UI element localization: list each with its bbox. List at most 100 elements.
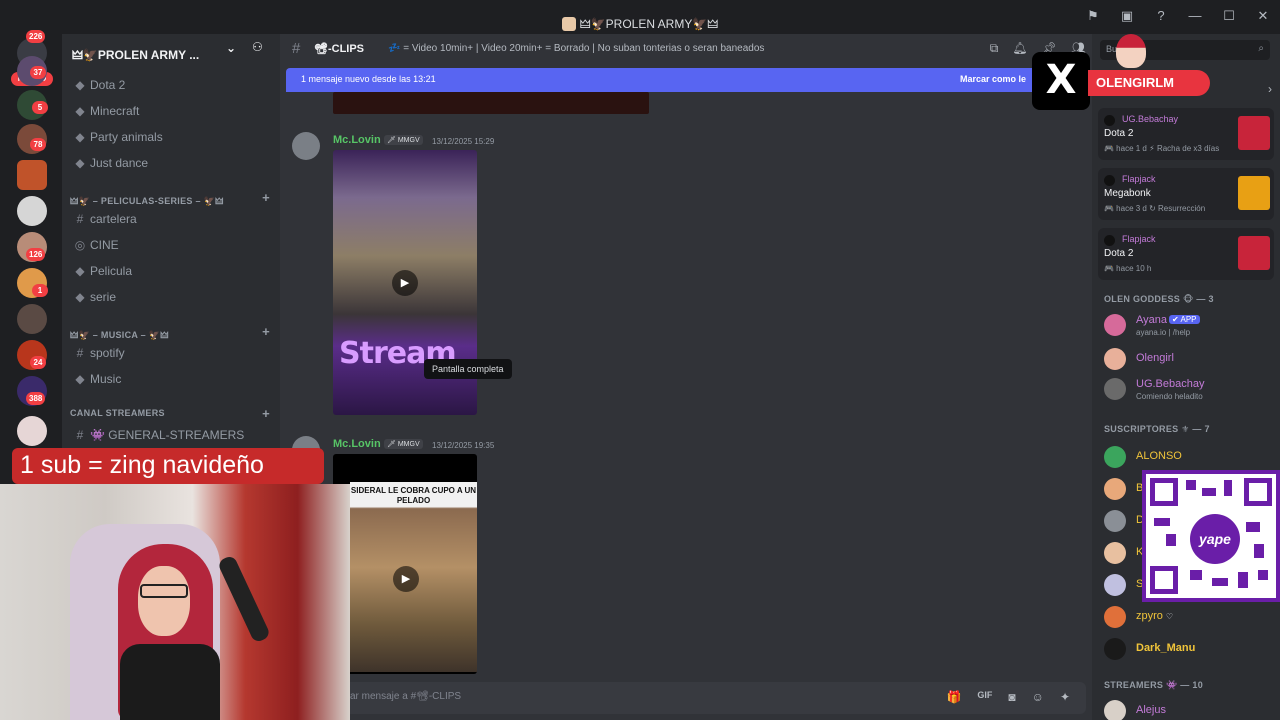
user-tag: 🗡 MMGV [384,439,423,449]
channel-label: Just dance [90,156,149,170]
category-label: CANAL STREAMERS [70,408,165,418]
mark-as-read-button[interactable]: Marcar como le [960,74,1026,84]
server-icon[interactable] [17,416,47,446]
user-avatar-icon [1104,235,1115,246]
channel-dota-2[interactable]: ◆ Dota 2 [70,74,270,96]
avatar [1104,700,1126,720]
emoji-icon[interactable]: ☺ [1032,690,1044,704]
message-input[interactable]: ar mensaje a #📽-CLIPS 🎁 GIF ◙ ☺ ✦ [290,682,1086,714]
activity-meta: 🎮 hace 3 d ↻ Resurrección [1104,204,1206,213]
hash-icon: # [292,40,301,57]
add-channel-icon[interactable]: + [262,324,270,339]
activity-game: Dota 2 [1104,128,1134,139]
chevron-right-icon[interactable]: › [1268,82,1272,96]
message-timestamp: 13/12/2025 15:29 [432,137,495,146]
user-tag: 🗡 MMGV [384,135,423,145]
help-icon[interactable]: ? [1144,8,1178,24]
bell-icon[interactable]: 🔔︎ [1012,41,1027,56]
server-icon[interactable] [17,304,47,334]
window-titlebar: 🜲🦅PROLEN ARMY🦅🜲 ⚑ ▣ ? — ☐ ✕ [0,0,1280,34]
channel-label: cartelera [90,212,137,226]
gift-icon[interactable]: 🎁 [946,690,961,704]
mention-badge: 78 [30,138,46,151]
channel-label: Pelicula [90,264,133,278]
minimize-icon[interactable]: — [1178,8,1212,24]
channel-icon: # [76,212,84,226]
server-icon[interactable] [17,160,47,190]
channel-party-animals[interactable]: ◆ Party animals [70,126,270,148]
avatar[interactable] [292,132,320,160]
message-timestamp: 13/12/2025 19:35 [432,441,495,450]
member-item[interactable]: ALONSO [1104,444,1274,472]
server-avatar-icon [561,17,576,31]
channel-general-streamers[interactable]: # 👾 GENERAL-STREAMERS [70,424,270,446]
avatar [1104,606,1126,628]
webcam-overlay [0,484,350,720]
sticker-icon[interactable]: ◙ [1008,690,1015,704]
guild-header[interactable]: 🜲🦅PROLEN ARMY ... ⌄ ⚇ [62,34,280,64]
channel-label: spotify [90,346,125,360]
channel-cine[interactable]: ◎ CINE [70,234,270,256]
screen-icon[interactable]: ▣ [1110,8,1144,24]
mention-badge: 126 [26,248,46,261]
channel-pelicula[interactable]: ◆ Pelicula [70,260,270,282]
add-channel-icon[interactable]: + [262,190,270,205]
channel-minecraft[interactable]: ◆ Minecraft [70,100,270,122]
message-author[interactable]: Mc.Lovin [333,134,381,146]
member-item[interactable]: UG.Bebachay Comiendo heladito [1104,376,1274,404]
add-member-icon[interactable]: ⚇ [252,40,263,54]
close-icon[interactable]: ✕ [1246,8,1280,24]
channel-icon: ◆ [75,372,85,386]
gif-icon[interactable]: GIF [977,690,992,704]
group-header-olen: OLEN GODDESS 🐵 — 3 [1104,294,1214,304]
play-icon[interactable]: ▶ [393,566,419,592]
threads-icon[interactable]: ⧉ [990,41,999,56]
activity-user: Flapjack [1122,234,1156,244]
channel-icon: ◆ [75,290,85,304]
channel-cartelera[interactable]: # cartelera [70,208,270,230]
channel-just-dance[interactable]: ◆ Just dance [70,152,270,174]
play-icon[interactable]: ▶ [392,270,418,296]
avatar [1104,574,1126,596]
channel-music[interactable]: ◆ Music [70,368,270,390]
dota-icon [1238,236,1270,270]
avatar [1104,478,1126,500]
video-attachment[interactable]: SIDERAL LE COBRA CUPO A UN PELADO ▶ [333,454,477,674]
category-label: 🜲🦅 – PELICULAS-SERIES – 🦅🜲 [70,196,224,206]
channel-serie[interactable]: ◆ serie [70,286,270,308]
mention-badge: 226 [26,30,46,43]
member-name: UG.Bebachay [1136,378,1205,390]
streamer-avatar-icon [1116,34,1146,68]
sub-goal-banner: 1 sub = zing navideño [12,448,324,484]
mention-badge: 1 [32,284,48,297]
member-item[interactable]: Alejus [1104,698,1274,720]
member-name: Ayana ✔ APP [1136,314,1200,326]
heart-badge-icon: ♡ [1165,612,1174,621]
streamer-face [138,566,190,636]
activity-user: Flapjack [1122,174,1156,184]
dota-icon [1238,116,1270,150]
previous-video-thumbnail[interactable] [333,92,649,114]
channel-spotify[interactable]: # spotify [70,342,270,364]
new-messages-bar[interactable]: 1 mensaje nuevo desde las 13:21 Marcar c… [286,68,1086,92]
member-name: ALONSO [1136,450,1182,462]
activity-card[interactable]: Flapjack Megabonk 🎮 hace 3 d ↻ Resurrecc… [1098,168,1274,220]
inbox-icon[interactable]: ⚑ [1076,8,1110,24]
member-item[interactable]: zpyro ♡ [1104,604,1274,632]
add-channel-icon[interactable]: + [262,406,270,421]
avatar [1104,378,1126,400]
message-author[interactable]: Mc.Lovin [333,438,381,450]
maximize-icon[interactable]: ☐ [1212,8,1246,24]
category-streamers[interactable]: CANAL STREAMERS + [70,406,270,421]
member-item[interactable]: Olengirl [1104,346,1274,374]
activity-card[interactable]: UG.Bebachay Dota 2 🎮 hace 1 d ⚡ Racha de… [1098,108,1274,160]
search-icon: ⌕ [1258,43,1264,54]
apps-icon[interactable]: ✦ [1060,690,1070,704]
member-item[interactable]: Ayana ✔ APP ayana.io | /help [1104,312,1274,340]
avatar [1104,510,1126,532]
activity-card[interactable]: Flapjack Dota 2 🎮 hace 10 h [1098,228,1274,280]
channel-topic[interactable]: 💤 = Video 10min+ | Video 20min+ = Borrad… [388,43,764,54]
member-item[interactable]: Dark_Manu [1104,636,1274,664]
group-header-suscriptores: SUSCRIPTORES ⚜ — 7 [1104,424,1210,434]
server-icon[interactable] [17,196,47,226]
